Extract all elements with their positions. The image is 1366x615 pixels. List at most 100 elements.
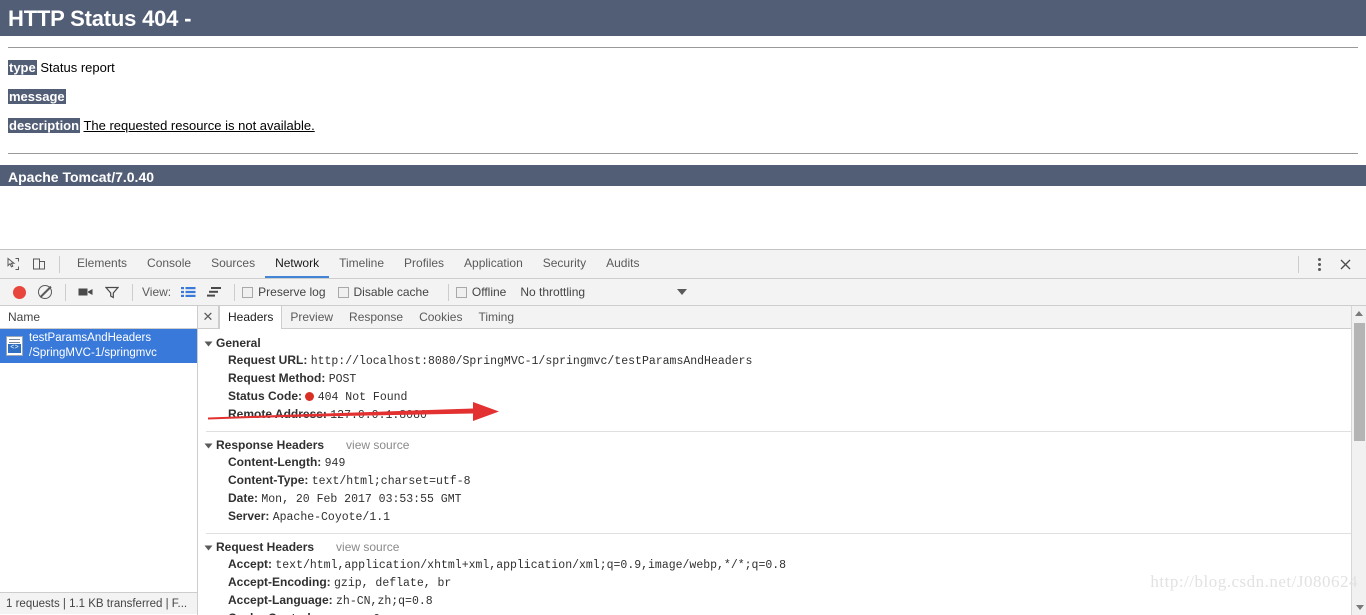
camera-icon[interactable] bbox=[73, 279, 99, 305]
throttling-select[interactable]: No throttling bbox=[520, 285, 585, 299]
disable-cache-label: Disable cache bbox=[354, 285, 429, 299]
vertical-scrollbar[interactable] bbox=[1351, 306, 1366, 615]
error-detail-list: type Status report message description T… bbox=[0, 48, 1366, 138]
record-icon[interactable] bbox=[6, 279, 32, 305]
list-view-icon[interactable] bbox=[175, 279, 201, 305]
detail-tab-headers[interactable]: Headers bbox=[219, 306, 282, 329]
section-general-label: General bbox=[216, 335, 261, 352]
tab-application[interactable]: Application bbox=[454, 250, 533, 278]
scroll-down-arrow-icon[interactable] bbox=[1352, 600, 1366, 615]
close-icon[interactable] bbox=[1332, 251, 1358, 277]
value-status-code: 404 Not Found bbox=[318, 391, 408, 404]
row-content-type: Content-Type: text/html;charset=utf-8 bbox=[206, 472, 1366, 490]
tomcat-error-page: HTTP Status 404 - type Status report mes… bbox=[0, 0, 1366, 249]
detail-tab-response[interactable]: Response bbox=[341, 306, 411, 329]
scroll-up-arrow-icon[interactable] bbox=[1352, 306, 1366, 321]
close-detail-icon[interactable]: ✕ bbox=[198, 309, 218, 325]
section-request-label: Request Headers bbox=[216, 539, 314, 556]
request-row-text: testParamsAndHeaders /SpringMVC-1/spring… bbox=[29, 331, 157, 361]
label-message: message bbox=[8, 89, 66, 104]
key-cache-control: Cache-Control: bbox=[228, 611, 315, 615]
value-server: Apache-Coyote/1.1 bbox=[273, 511, 390, 524]
devtools-tabbar-actions bbox=[1291, 251, 1366, 277]
chevron-down-icon[interactable] bbox=[677, 289, 687, 295]
offline-label: Offline bbox=[472, 285, 506, 299]
row-content-length: Content-Length: 949 bbox=[206, 454, 1366, 472]
clear-icon[interactable] bbox=[32, 279, 58, 305]
section-general-title[interactable]: General bbox=[206, 335, 1366, 352]
view-source-link-request[interactable]: view source bbox=[336, 539, 399, 556]
toolbar-divider-4 bbox=[448, 284, 449, 301]
key-request-method: Request Method: bbox=[228, 371, 325, 385]
tab-console[interactable]: Console bbox=[137, 250, 201, 278]
value-accept: text/html,application/xhtml+xml,applicat… bbox=[275, 559, 786, 572]
toolbar-divider-2 bbox=[132, 284, 133, 301]
row-request-url: Request URL: http://localhost:8080/Sprin… bbox=[206, 352, 1366, 370]
document-code-icon: <> bbox=[6, 336, 23, 356]
value-content-type: text/html;charset=utf-8 bbox=[312, 475, 471, 488]
disable-cache-checkbox[interactable]: Disable cache bbox=[338, 285, 429, 299]
tab-sources[interactable]: Sources bbox=[201, 250, 265, 278]
detail-tab-cookies[interactable]: Cookies bbox=[411, 306, 470, 329]
error-row-description: description The requested resource is no… bbox=[8, 109, 1358, 138]
detail-tab-timing[interactable]: Timing bbox=[470, 306, 522, 329]
checkbox-box-offline[interactable] bbox=[456, 287, 467, 298]
value-remote-address: 127.0.0.1:8080 bbox=[330, 409, 427, 422]
status-error-dot-icon bbox=[305, 392, 314, 401]
request-list: <> testParamsAndHeaders /SpringMVC-1/spr… bbox=[0, 329, 197, 615]
tab-profiles[interactable]: Profiles bbox=[394, 250, 454, 278]
tab-network[interactable]: Network bbox=[265, 250, 329, 278]
request-detail-panel: ✕ Headers Preview Response Cookies Timin… bbox=[198, 306, 1366, 615]
value-date: Mon, 20 Feb 2017 03:53:55 GMT bbox=[261, 493, 461, 506]
checkbox-box-disable-cache[interactable] bbox=[338, 287, 349, 298]
key-accept: Accept: bbox=[228, 557, 272, 571]
tab-security[interactable]: Security bbox=[533, 250, 596, 278]
request-name: testParamsAndHeaders bbox=[29, 331, 157, 346]
triangle-down-icon-request[interactable] bbox=[205, 545, 213, 550]
request-row[interactable]: <> testParamsAndHeaders /SpringMVC-1/spr… bbox=[0, 329, 197, 363]
tab-timeline[interactable]: Timeline bbox=[329, 250, 394, 278]
detail-tabbar: ✕ Headers Preview Response Cookies Timin… bbox=[198, 306, 1366, 329]
devtools-panel: Elements Console Sources Network Timelin… bbox=[0, 249, 1366, 614]
device-toolbar-icon[interactable] bbox=[26, 251, 52, 277]
label-type: type bbox=[8, 60, 37, 75]
preserve-log-checkbox[interactable]: Preserve log bbox=[242, 285, 325, 299]
view-label: View: bbox=[142, 285, 171, 299]
label-description: description bbox=[8, 118, 80, 133]
value-accept-language: zh-CN,zh;q=0.8 bbox=[336, 595, 433, 608]
column-header-name[interactable]: Name bbox=[0, 306, 197, 329]
filter-icon[interactable] bbox=[99, 279, 125, 305]
error-row-message: message bbox=[8, 80, 1358, 109]
tab-audits[interactable]: Audits bbox=[596, 250, 649, 278]
key-date: Date: bbox=[228, 491, 258, 505]
error-row-type: type Status report bbox=[8, 48, 1358, 80]
value-content-length: 949 bbox=[325, 457, 346, 470]
key-request-url: Request URL: bbox=[228, 353, 307, 367]
inspect-element-icon[interactable] bbox=[0, 251, 26, 277]
triangle-down-icon-response[interactable] bbox=[205, 443, 213, 448]
devtools-tab-list: Elements Console Sources Network Timelin… bbox=[67, 250, 649, 278]
value-request-method: POST bbox=[329, 373, 357, 386]
row-cache-control: Cache-Control: max-age=0 bbox=[206, 610, 1366, 615]
triangle-down-icon[interactable] bbox=[205, 341, 213, 346]
row-status-code: Status Code: 404 Not Found bbox=[206, 388, 1366, 406]
section-request-title[interactable]: Request Headers view source bbox=[206, 539, 1366, 556]
waterfall-view-icon[interactable] bbox=[201, 279, 227, 305]
checkbox-box-preserve-log[interactable] bbox=[242, 287, 253, 298]
devtools-tabbar: Elements Console Sources Network Timelin… bbox=[0, 250, 1366, 279]
scrollbar-thumb[interactable] bbox=[1354, 323, 1365, 441]
page-title: HTTP Status 404 - bbox=[0, 0, 1366, 36]
key-server: Server: bbox=[228, 509, 269, 523]
row-request-method: Request Method: POST bbox=[206, 370, 1366, 388]
network-toolbar: View: Preserve log Disable cache Offline… bbox=[0, 279, 1366, 306]
toolbar-divider-right bbox=[1298, 256, 1299, 273]
detail-tab-preview[interactable]: Preview bbox=[282, 306, 341, 329]
kebab-menu-icon[interactable] bbox=[1306, 251, 1332, 277]
server-version-footer: Apache Tomcat/7.0.40 bbox=[0, 165, 1366, 186]
row-date: Date: Mon, 20 Feb 2017 03:53:55 GMT bbox=[206, 490, 1366, 508]
section-response-title[interactable]: Response Headers view source bbox=[206, 437, 1366, 454]
request-path: /SpringMVC-1/springmvc bbox=[29, 346, 157, 361]
view-source-link-response[interactable]: view source bbox=[346, 437, 409, 454]
offline-checkbox[interactable]: Offline bbox=[456, 285, 506, 299]
tab-elements[interactable]: Elements bbox=[67, 250, 137, 278]
